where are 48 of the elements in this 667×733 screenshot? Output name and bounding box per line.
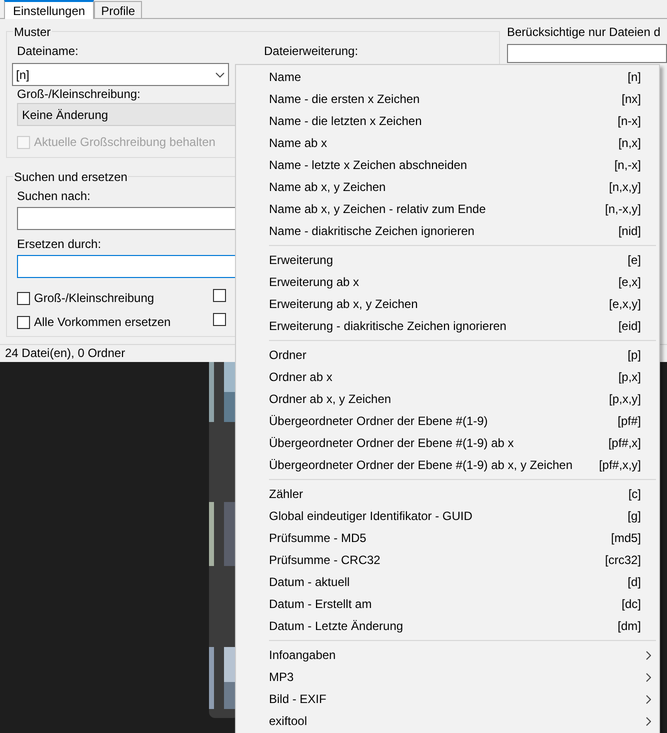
menu-item[interactable]: Infoangaben [236,644,659,666]
tab[interactable]: Einstellungen [4,0,94,19]
menu-item[interactable]: Name - diakritische Zeichen ignorieren [nid] [236,220,659,242]
field-label: Berücksichtige nur Dateien d [507,25,662,39]
field-label: Groß-/Kleinschreibung: [17,87,140,101]
checkbox[interactable] [17,292,30,304]
checkbox[interactable] [17,316,30,328]
checkbox-label: Alle Vorkommen ersetzen [34,314,171,331]
menu-item[interactable]: Übergeordneter Ordner der Ebene #(1-9) ab x [pf#,x] [236,432,659,454]
menu-item[interactable]: Prüfsumme - CRC32 [crc32] [236,549,659,571]
field-label: Suchen nach: [17,188,90,205]
checkbox-label: Aktuelle Großschreibung behalten [34,134,216,151]
chevron-right-icon [646,716,651,726]
menu-item[interactable]: Datum - Letzte Änderung [dm] [236,615,659,637]
chevron-down-icon [215,72,225,78]
chevron-right-icon [646,694,651,704]
menu-item[interactable]: Name ab x, y Zeichen - relativ zum Ende [n,-x,y] [236,198,659,220]
menu-item[interactable]: Name ab x, y Zeichen [n,x,y] [236,176,659,198]
menu-item[interactable]: Bild - EXIF [236,688,659,710]
menu-item[interactable]: Erweiterung - diakritische Zeichen ignorieren [eid] [236,315,659,337]
field-label: Dateiname: [17,43,78,60]
menu-item[interactable]: Ordner ab x [p,x] [236,366,659,388]
menu-item[interactable]: Name ab x [n,x] [236,132,659,154]
menu-item[interactable]: exiftool [236,710,659,732]
menu-item[interactable]: Datum - Erstellt am [dc] [236,593,659,615]
menu-item[interactable]: Name - letzte x Zeichen abschneiden [n,-x] [236,154,659,176]
tab[interactable]: Profile [94,1,142,18]
menu-item[interactable]: MP3 [236,666,659,688]
menu-item[interactable]: Übergeordneter Ordner der Ebene #(1-9) [pf#] [236,410,659,432]
field-label: Dateierweiterung: [264,43,358,60]
chevron-right-icon [646,650,651,660]
menu-item[interactable]: Erweiterung ab x, y Zeichen [e,x,y] [236,293,659,315]
menu-item[interactable]: Global eindeutiger Identifikator - GUID [g] [236,505,659,527]
menu-item[interactable]: Name [n] [236,66,659,88]
checkbox[interactable] [213,289,226,302]
menu-item[interactable]: Ordner ab x, y Zeichen [p,x,y] [236,388,659,410]
menu-item[interactable]: Übergeordneter Ordner der Ebene #(1-9) ab x, y Zeichen [pf#,x,y] [236,454,659,476]
checkbox-label: Groß-/Kleinschreibung [34,290,154,307]
menu-item[interactable]: Prüfsumme - MD5 [md5] [236,527,659,549]
input-field[interactable] [507,44,667,63]
menu-item[interactable]: Datum - aktuell [d] [236,571,659,593]
menu-item[interactable]: Zähler [c] [236,483,659,505]
field-label: Ersetzen durch: [17,236,102,253]
menu-item[interactable]: Erweiterung ab x [e,x] [236,271,659,293]
menu-item[interactable]: Erweiterung [e] [236,249,659,271]
checkbox[interactable] [213,313,226,326]
chevron-right-icon [646,672,651,682]
filename-dropdown[interactable]: [n] [12,63,229,86]
